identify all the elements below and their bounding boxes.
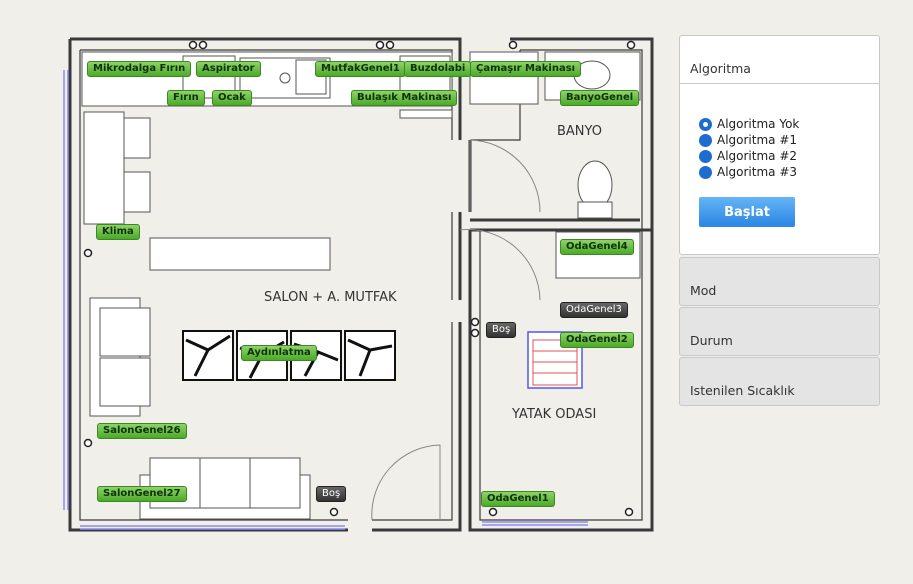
device-tag-bos-2[interactable]: Boş: [316, 486, 347, 502]
device-tag-salongenel26[interactable]: SalonGenel26: [97, 423, 187, 439]
device-tag-banyogenel[interactable]: BanyoGenel: [560, 90, 640, 106]
device-tag-bulasik[interactable]: Bulaşık Makinası: [351, 90, 458, 106]
status-panel[interactable]: Durum: [679, 307, 880, 356]
radio-algoritma-yok[interactable]: Algoritma Yok: [699, 116, 799, 132]
device-tag-mikrodalga[interactable]: Mikrodalga Fırın: [87, 61, 192, 77]
radio-button[interactable]: [699, 133, 712, 147]
radio-algoritma-2[interactable]: Algoritma #2: [699, 148, 797, 164]
algorithm-panel-title: Algoritma: [690, 61, 751, 76]
radio-label: Algoritma Yok: [717, 117, 800, 131]
device-tag-firin[interactable]: Fırın: [167, 90, 205, 106]
room-label-yatak: YATAK ODASI: [512, 407, 597, 422]
desired-temperature-panel-title: Istenilen Sıcaklık: [690, 383, 795, 398]
room-label-banyo: BANYO: [557, 124, 602, 139]
radio-label: Algoritma #3: [717, 165, 798, 179]
radio-algoritma-3[interactable]: Algoritma #3: [699, 164, 797, 180]
radio-label: Algoritma #2: [717, 149, 798, 163]
device-tag-buzdolabi[interactable]: Buzdolabi: [404, 61, 472, 77]
mode-panel-title: Mod: [690, 283, 717, 298]
radio-button[interactable]: [699, 149, 712, 163]
radio-algoritma-1[interactable]: Algoritma #1: [699, 132, 797, 148]
device-tag-odagenel1[interactable]: OdaGenel1: [481, 491, 555, 507]
device-tag-salongenel27[interactable]: SalonGenel27: [97, 486, 187, 502]
radio-button[interactable]: [699, 165, 712, 179]
algorithm-panel-header: Algoritma: [680, 36, 879, 84]
device-tag-klima[interactable]: Klima: [96, 224, 140, 240]
device-tag-aspirator[interactable]: Aspirator: [196, 61, 261, 77]
radio-button-checked[interactable]: [699, 117, 712, 131]
algorithm-panel: Algoritma Algoritma Yok Algoritma #1 Alg…: [679, 35, 880, 255]
device-tag-mutfakgenel1[interactable]: MutfakGenel1: [315, 61, 406, 77]
mode-panel[interactable]: Mod: [679, 257, 880, 306]
desired-temperature-panel[interactable]: Istenilen Sıcaklık: [679, 357, 880, 406]
device-tag-aydinlatma[interactable]: Aydınlatma: [241, 345, 317, 361]
device-tag-odagenel3[interactable]: OdaGenel3: [560, 302, 628, 318]
device-tag-ocak[interactable]: Ocak: [212, 90, 252, 106]
room-label-salon: SALON + A. MUTFAK: [264, 290, 397, 305]
radio-label: Algoritma #1: [717, 133, 798, 147]
device-tag-bos-1[interactable]: Boş: [486, 322, 517, 338]
device-tag-odagenel4[interactable]: OdaGenel4: [560, 239, 634, 255]
start-button[interactable]: Başlat: [699, 197, 795, 227]
device-tag-odagenel2[interactable]: OdaGenel2: [560, 332, 634, 348]
status-panel-title: Durum: [690, 333, 733, 348]
device-tag-camasir[interactable]: Çamaşır Makinası: [470, 61, 582, 77]
